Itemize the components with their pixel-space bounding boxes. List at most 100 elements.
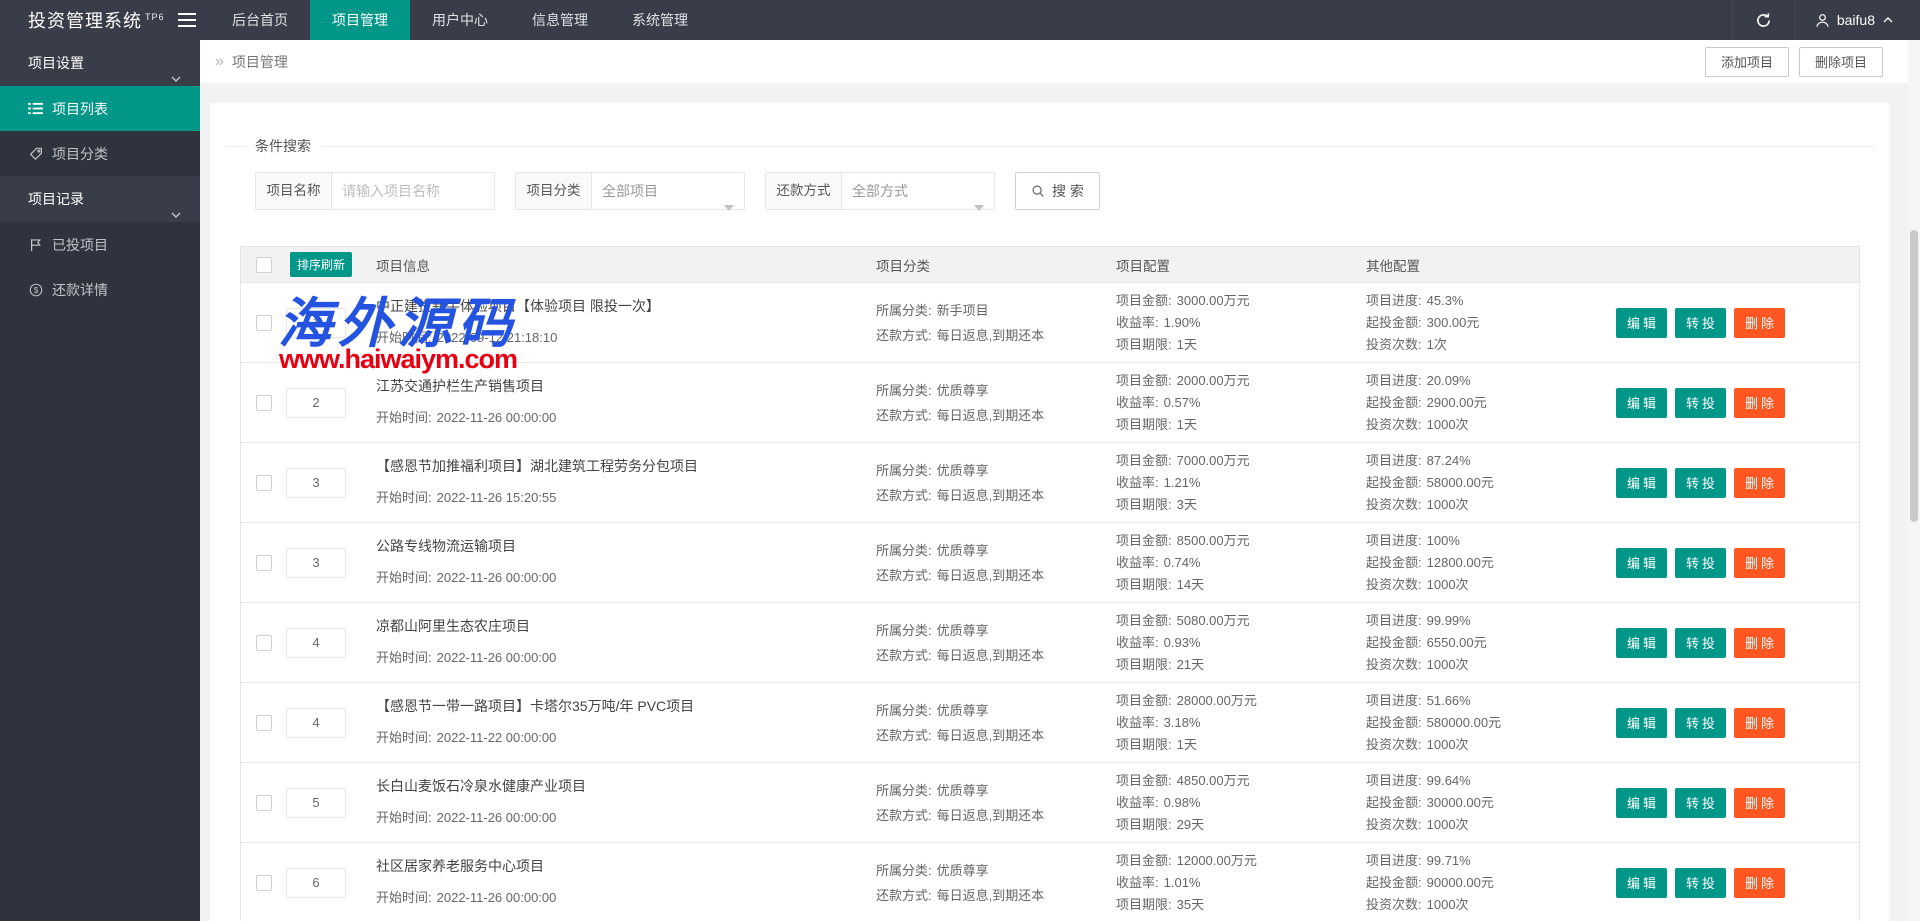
min-invest: 90000.00元 <box>1426 874 1494 890</box>
chevron-down-icon <box>170 57 182 103</box>
scrollbar-track[interactable] <box>1908 40 1920 921</box>
sort-input[interactable] <box>286 707 346 738</box>
sidebar-item-项目分类[interactable]: 项目分类 <box>0 131 200 176</box>
hamburger-icon[interactable] <box>164 0 210 40</box>
project-name: 长白山麦饭石冷泉水健康产业项目 <box>376 778 586 794</box>
row-checkbox[interactable] <box>255 474 272 491</box>
project-name: 【感恩节加推福利项目】湖北建筑工程劳务分包项目 <box>376 458 698 474</box>
select-1[interactable]: 全部项目 <box>592 173 744 211</box>
select-2[interactable]: 全部方式 <box>842 173 994 211</box>
edit-button[interactable]: 编辑 <box>1616 867 1668 898</box>
table-row: 中正建投新手体验项目【体验项目 限投一次】 开始时间:2022-09-12 21… <box>241 283 1859 363</box>
sort-refresh-button[interactable]: 排序刷新 <box>290 252 353 277</box>
transfer-button[interactable]: 转投 <box>1675 547 1727 578</box>
search-button[interactable]: 搜 索 <box>1015 172 1100 210</box>
nav-item-4[interactable]: 系统管理 <box>610 0 710 40</box>
invest-count: 1000次 <box>1426 896 1469 912</box>
select-all-checkbox[interactable] <box>255 256 272 273</box>
nav-item-0[interactable]: 后台首页 <box>210 0 310 40</box>
row-checkbox[interactable] <box>255 874 272 891</box>
sort-input[interactable] <box>286 547 346 578</box>
transfer-button[interactable]: 转投 <box>1675 707 1727 738</box>
delete-button[interactable]: 删除 <box>1734 627 1786 658</box>
user-menu[interactable]: baifu8 <box>1793 0 1920 40</box>
delete-project-button[interactable]: 删除项目 <box>1798 46 1883 77</box>
caret-down-icon <box>974 188 984 224</box>
delete-button[interactable]: 删除 <box>1734 547 1786 578</box>
edit-button[interactable]: 编辑 <box>1616 627 1668 658</box>
row-checkbox[interactable] <box>255 554 272 571</box>
nav-item-2[interactable]: 用户中心 <box>410 0 510 40</box>
nav-item-3[interactable]: 信息管理 <box>510 0 610 40</box>
transfer-button[interactable]: 转投 <box>1675 627 1727 658</box>
project-amount: 4850.00万元 <box>1176 772 1250 788</box>
header-project-config: 项目配置 <box>1116 258 1170 274</box>
edit-button[interactable]: 编辑 <box>1616 307 1668 338</box>
sort-input[interactable] <box>286 787 346 818</box>
delete-button[interactable]: 删除 <box>1734 387 1786 418</box>
sort-input[interactable] <box>286 627 346 658</box>
edit-button[interactable]: 编辑 <box>1616 467 1668 498</box>
project-amount: 3000.00万元 <box>1176 292 1250 308</box>
min-invest: 12800.00元 <box>1426 554 1494 570</box>
project-name: 【感恩节一带一路项目】卡塔尔35万吨/年 PVC项目 <box>376 698 695 714</box>
invest-count: 1000次 <box>1426 816 1469 832</box>
project-name: 社区居家养老服务中心项目 <box>376 858 544 874</box>
transfer-button[interactable]: 转投 <box>1675 467 1727 498</box>
invest-count: 1000次 <box>1426 496 1469 512</box>
row-checkbox[interactable] <box>255 794 272 811</box>
add-project-button[interactable]: 添加项目 <box>1704 46 1789 77</box>
repay-method: 每日返息,到期还本 <box>936 567 1045 583</box>
table-row: 社区居家养老服务中心项目 开始时间:2022-11-26 00:00:00 所属… <box>241 843 1859 921</box>
project-name: 凉都山阿里生态农庄项目 <box>376 618 530 634</box>
project-category: 优质尊享 <box>936 542 989 558</box>
sidebar-group-1[interactable]: 项目记录 <box>0 176 200 222</box>
project-term: 1天 <box>1176 336 1197 352</box>
project-name-input[interactable] <box>332 173 494 209</box>
transfer-button[interactable]: 转投 <box>1675 787 1727 818</box>
yield-rate: 1.21% <box>1163 474 1201 490</box>
project-category: 优质尊享 <box>936 782 989 798</box>
transfer-button[interactable]: 转投 <box>1675 307 1727 338</box>
row-checkbox[interactable] <box>255 634 272 651</box>
transfer-button[interactable]: 转投 <box>1675 867 1727 898</box>
nav-item-1[interactable]: 项目管理 <box>310 0 410 40</box>
delete-button[interactable]: 删除 <box>1734 467 1786 498</box>
table-row: 江苏交通护栏生产销售项目 开始时间:2022-11-26 00:00:00 所属… <box>241 363 1859 443</box>
delete-button[interactable]: 删除 <box>1734 707 1786 738</box>
breadcrumb-bar: » 项目管理 添加项目 删除项目 <box>200 40 1920 83</box>
row-checkbox[interactable] <box>255 714 272 731</box>
field-label: 项目分类 <box>516 173 592 209</box>
sidebar-group-0[interactable]: 项目设置 <box>0 40 200 86</box>
project-amount: 28000.00万元 <box>1176 692 1257 708</box>
edit-button[interactable]: 编辑 <box>1616 547 1668 578</box>
edit-button[interactable]: 编辑 <box>1616 787 1668 818</box>
delete-button[interactable]: 删除 <box>1734 867 1786 898</box>
sort-input[interactable] <box>286 467 346 498</box>
invest-count: 1000次 <box>1426 576 1469 592</box>
project-amount: 12000.00万元 <box>1176 852 1257 868</box>
refresh-icon[interactable] <box>1731 0 1794 40</box>
edit-button[interactable]: 编辑 <box>1616 707 1668 738</box>
row-checkbox[interactable] <box>255 314 272 331</box>
search-field-1: 项目分类 全部项目 <box>515 172 745 211</box>
row-checkbox[interactable] <box>255 394 272 411</box>
project-name: 中正建投新手体验项目【体验项目 限投一次】 <box>376 298 660 314</box>
delete-button[interactable]: 删除 <box>1734 307 1786 338</box>
project-progress: 87.24% <box>1426 452 1471 468</box>
scrollbar-thumb[interactable] <box>1910 230 1918 522</box>
yield-rate: 0.57% <box>1163 394 1201 410</box>
sidebar-item-还款详情[interactable]: $ 还款详情 <box>0 267 200 312</box>
start-time: 2022-11-26 00:00:00 <box>436 570 557 585</box>
project-progress: 51.66% <box>1426 692 1471 708</box>
repay-method: 每日返息,到期还本 <box>936 647 1045 663</box>
sort-input[interactable] <box>286 867 346 898</box>
start-time: 2022-11-26 00:00:00 <box>436 410 557 425</box>
min-invest: 6550.00元 <box>1426 634 1487 650</box>
project-progress: 99.64% <box>1426 772 1471 788</box>
sort-input[interactable] <box>286 387 346 418</box>
sort-input[interactable] <box>286 307 346 338</box>
transfer-button[interactable]: 转投 <box>1675 387 1727 418</box>
edit-button[interactable]: 编辑 <box>1616 387 1668 418</box>
delete-button[interactable]: 删除 <box>1734 787 1786 818</box>
